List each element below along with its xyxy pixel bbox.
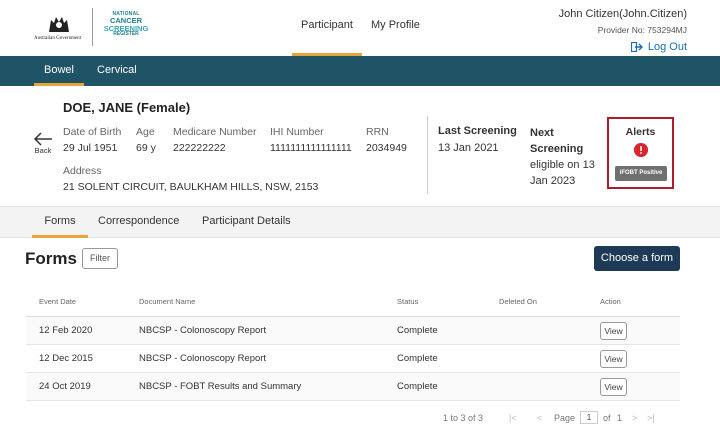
age-field: Age 69 y	[136, 126, 156, 154]
address-field: Address 21 SOLENT CIRCUIT, BAULKHAM HILL…	[63, 165, 318, 193]
nav-participant[interactable]: Participant	[292, 0, 362, 56]
next-page-icon[interactable]: >	[632, 413, 637, 423]
view-button[interactable]: View	[600, 350, 627, 368]
next-screening-value: eligible on 13 Jan 2023	[530, 159, 595, 187]
field-value: 2034949	[366, 142, 407, 154]
table-row: 24 Oct 2019 NBCSP - FOBT Results and Sum…	[26, 373, 680, 401]
patient-summary: Back DOE, JANE (Female) Date of Birth 29…	[0, 86, 720, 206]
status: Complete	[397, 381, 438, 392]
event-date: 12 Feb 2020	[39, 325, 93, 336]
column-header[interactable]: Document Name	[139, 287, 195, 317]
first-page-icon[interactable]: |<	[509, 413, 517, 423]
top-nav: Participant My Profile	[292, 0, 429, 56]
choose-form-button[interactable]: Choose a form	[594, 246, 680, 271]
last-screening-value: 13 Jan 2021	[438, 142, 499, 154]
event-date: 12 Dec 2015	[39, 353, 93, 364]
table-header: Event Date Document Name Status Deleted …	[26, 287, 680, 317]
medicare-field: Medicare Number 222222222	[173, 126, 256, 154]
tab-cervical[interactable]: Cervical	[97, 56, 137, 86]
page-number-input[interactable]: 1	[580, 411, 598, 424]
pagination: 1 to 3 of 3 |< < Page 1 of 1 > >|	[0, 410, 720, 429]
logout-link[interactable]: Log Out	[559, 41, 687, 53]
field-value: 69 y	[136, 142, 156, 154]
forms-table: Event Date Document Name Status Deleted …	[26, 287, 680, 401]
field-label: Date of Birth	[63, 126, 122, 138]
next-screening: Next Screening eligible on 13 Jan 2023	[530, 125, 600, 189]
status: Complete	[397, 353, 438, 364]
summary-divider	[427, 116, 428, 194]
alert-icon[interactable]	[634, 143, 648, 157]
field-value: 222222222	[173, 142, 226, 154]
next-screening-label: Next Screening	[530, 127, 584, 155]
event-date: 24 Oct 2019	[39, 381, 91, 392]
last-screening-label: Last Screening	[438, 125, 517, 137]
nav-my-profile[interactable]: My Profile	[362, 0, 429, 56]
program-tabs: Bowel Cervical	[0, 56, 720, 86]
page-total: 1	[617, 413, 623, 423]
document-name: NBCSP - Colonoscopy Report	[139, 325, 267, 336]
logout-icon	[630, 42, 643, 52]
arrow-left-icon	[33, 132, 52, 146]
field-label: Age	[136, 126, 155, 138]
table-row: 12 Feb 2020 NBCSP - Colonoscopy Report C…	[26, 317, 680, 345]
ncsr-logo[interactable]: NATIONAL CANCER SCREENING REGISTER	[102, 12, 150, 37]
field-label: RRN	[366, 126, 389, 138]
ifobt-positive-badge[interactable]: iFOBT Positive	[615, 166, 667, 181]
user-name: John Citizen(John.Citizen)	[558, 8, 687, 20]
user-info: John Citizen(John.Citizen) Provider No: …	[559, 8, 687, 53]
field-label: Medicare Number	[173, 126, 257, 138]
alerts-panel: Alerts iFOBT Positive	[607, 117, 674, 189]
tab-correspondence[interactable]: Correspondence	[98, 207, 179, 238]
page-label: Page	[554, 413, 576, 423]
logout-label: Log Out	[647, 41, 687, 53]
ncsr-logo-line: REGISTER	[113, 31, 139, 37]
document-name: NBCSP - FOBT Results and Summary	[139, 381, 302, 392]
last-screening: Last Screening 13 Jan 2021	[438, 125, 517, 154]
patient-name: DOE, JANE (Female)	[63, 100, 191, 115]
australian-government-logo[interactable]: Australian Government	[34, 14, 86, 42]
column-header[interactable]: Status	[397, 287, 418, 317]
ihi-field: IHI Number 1111111111111111	[270, 126, 352, 154]
column-header[interactable]: Event Date	[39, 287, 76, 317]
page-of-label: of	[603, 413, 611, 423]
last-page-icon[interactable]: >|	[647, 413, 655, 423]
field-value: 21 SOLENT CIRCUIT, BAULKHAM HILLS, NSW, …	[63, 181, 319, 193]
document-name: NBCSP - Colonoscopy Report	[139, 353, 267, 364]
back-label: Back	[34, 146, 52, 155]
pagination-range: 1 to 3 of 3	[443, 413, 484, 423]
dob-field: Date of Birth 29 Jul 1951	[63, 126, 121, 154]
field-value: 1111111111111111	[270, 142, 352, 154]
field-label: IHI Number	[270, 126, 324, 138]
status: Complete	[397, 325, 438, 336]
table-row: 12 Dec 2015 NBCSP - Colonoscopy Report C…	[26, 345, 680, 373]
provider-number: Provider No: 753294MJ	[597, 25, 687, 35]
field-label: Address	[63, 165, 102, 177]
tab-participant-details[interactable]: Participant Details	[202, 207, 291, 238]
column-header: Action	[600, 297, 621, 306]
coat-of-arms-icon	[49, 17, 69, 32]
gov-name: Australian Government	[34, 36, 82, 41]
back-button[interactable]: Back	[32, 132, 54, 155]
previous-page-icon[interactable]: <	[537, 413, 542, 423]
logo-divider	[92, 8, 93, 46]
participant-subtabs: Forms Correspondence Participant Details	[0, 206, 720, 238]
alerts-title: Alerts	[625, 126, 656, 138]
view-button[interactable]: View	[600, 322, 627, 340]
tab-forms[interactable]: Forms	[32, 207, 88, 238]
tab-bowel[interactable]: Bowel	[34, 56, 84, 86]
field-value: 29 Jul 1951	[63, 142, 118, 154]
filter-button[interactable]: Filter	[82, 248, 118, 269]
forms-heading: Forms	[25, 249, 77, 268]
column-header[interactable]: Deleted On	[499, 287, 537, 317]
view-button[interactable]: View	[600, 378, 627, 396]
rrn-field: RRN 2034949	[366, 126, 407, 154]
top-header: Australian Government NATIONAL CANCER SC…	[0, 0, 720, 56]
